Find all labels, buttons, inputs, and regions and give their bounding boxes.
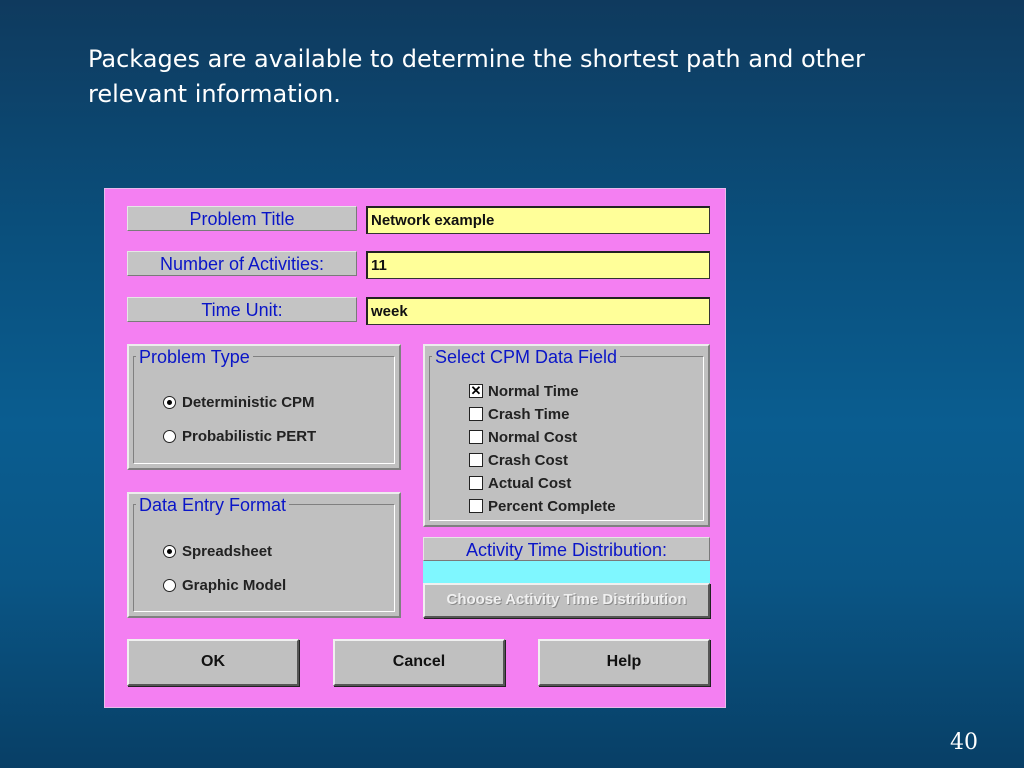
checkbox-unchecked-icon xyxy=(469,476,483,491)
problem-title-input[interactable] xyxy=(366,206,710,234)
radio-spreadsheet[interactable]: Spreadsheet xyxy=(163,543,272,561)
radio-label: Spreadsheet xyxy=(182,543,273,560)
checkbox-label: Normal Cost xyxy=(488,429,578,446)
problem-type-title: Problem Type xyxy=(136,346,253,368)
checkbox-crash-time[interactable]: Crash Time xyxy=(469,406,569,424)
radio-deterministic-cpm[interactable]: Deterministic CPM xyxy=(163,394,315,412)
checkbox-normal-cost[interactable]: Normal Cost xyxy=(469,429,577,447)
radio-label: Graphic Model xyxy=(182,577,287,594)
checkbox-label: Crash Cost xyxy=(488,452,569,469)
cpm-setup-dialog: Problem Title Number of Activities: Time… xyxy=(104,188,726,708)
time-unit-label: Time Unit: xyxy=(127,297,357,322)
checkbox-label: Crash Time xyxy=(488,406,570,423)
checkbox-unchecked-icon xyxy=(469,407,483,422)
radio-selected-icon xyxy=(163,395,176,409)
slide-page-number: 40 xyxy=(950,730,978,755)
activity-time-distribution-field[interactable] xyxy=(423,561,710,583)
radio-label: Deterministic CPM xyxy=(182,394,315,411)
checkbox-crash-cost[interactable]: Crash Cost xyxy=(469,452,568,470)
radio-selected-icon xyxy=(163,544,176,558)
checkbox-label: Normal Time xyxy=(488,383,579,400)
choose-activity-time-distribution-button[interactable]: Choose Activity Time Distribution xyxy=(423,583,710,618)
checkbox-checked-icon: ✕ xyxy=(469,383,483,399)
checkbox-unchecked-icon xyxy=(469,453,483,468)
cpm-data-field-group: Select CPM Data Field ✕ Normal Time Crash… xyxy=(423,344,710,527)
checkbox-actual-cost[interactable]: Actual Cost xyxy=(469,475,571,493)
problem-title-label: Problem Title xyxy=(127,206,357,231)
checkbox-unchecked-icon xyxy=(469,499,483,514)
checkbox-unchecked-icon xyxy=(469,430,483,445)
radio-probabilistic-pert[interactable]: Probabilistic PERT xyxy=(163,428,316,446)
activity-time-distribution-label: Activity Time Distribution: xyxy=(423,537,710,561)
checkbox-label: Percent Complete xyxy=(488,498,616,515)
number-of-activities-input[interactable] xyxy=(366,251,710,279)
help-button[interactable]: Help xyxy=(538,639,710,686)
data-entry-format-title: Data Entry Format xyxy=(136,494,290,516)
slide-body-text: Packages are available to determine the … xyxy=(88,45,865,108)
time-unit-input[interactable] xyxy=(366,297,710,325)
radio-label: Probabilistic PERT xyxy=(182,428,317,445)
number-of-activities-label: Number of Activities: xyxy=(127,251,357,276)
radio-graphic-model[interactable]: Graphic Model xyxy=(163,577,286,595)
checkbox-normal-time[interactable]: ✕ Normal Time xyxy=(469,383,579,401)
problem-type-group: Problem Type Deterministic CPM Probabili… xyxy=(127,344,401,470)
radio-unselected-icon xyxy=(163,578,176,592)
data-entry-format-group: Data Entry Format Spreadsheet Graphic Mo… xyxy=(127,492,401,618)
cancel-button[interactable]: Cancel xyxy=(333,639,505,686)
checkbox-percent-complete[interactable]: Percent Complete xyxy=(469,498,616,516)
checkbox-label: Actual Cost xyxy=(488,475,572,492)
cpm-data-field-title: Select CPM Data Field xyxy=(432,346,621,368)
radio-unselected-icon xyxy=(163,429,176,443)
ok-button[interactable]: OK xyxy=(127,639,299,686)
